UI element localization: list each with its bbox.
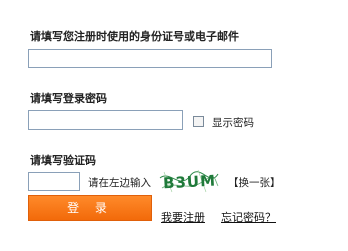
captcha-input[interactable] (28, 172, 80, 191)
show-password-checkbox[interactable] (193, 116, 204, 127)
captcha-text: B3UM (163, 172, 217, 193)
show-password-label: 显示密码 (212, 117, 254, 129)
register-link[interactable]: 我要注册 (161, 209, 205, 225)
captcha-label: 请填写验证码 (30, 154, 96, 167)
id-label: 请填写您注册时使用的身份证号或电子邮件 (30, 30, 239, 43)
id-input[interactable] (28, 49, 272, 68)
captcha-hint: 请在左边输入 (88, 177, 151, 189)
password-input[interactable] (28, 110, 183, 130)
change-captcha-link[interactable]: 【换一张】 (228, 175, 281, 190)
password-label: 请填写登录密码 (30, 92, 107, 105)
forgot-password-link[interactable]: 忘记密码？ (221, 209, 276, 225)
login-button[interactable]: 登 录 (28, 195, 152, 221)
captcha-image[interactable]: B3UM (158, 168, 220, 194)
